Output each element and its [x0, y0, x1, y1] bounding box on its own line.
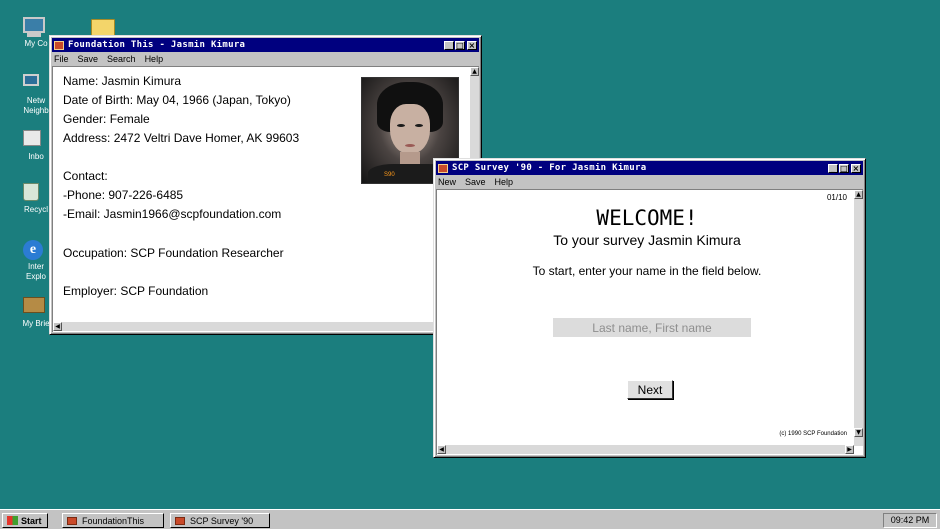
maximize-button[interactable]: □ — [839, 163, 849, 173]
survey-subtitle: To your survey Jasmin Kimura — [553, 232, 741, 248]
survey-window[interactable]: SCP Survey '90 - For Jasmin Kimura _ □ ×… — [433, 158, 866, 458]
window-title: Foundation This - Jasmin Kimura — [68, 40, 246, 50]
survey-instruction: To start, enter your name in the field b… — [532, 264, 762, 278]
internet-explorer-icon: e — [23, 240, 43, 260]
profile-email: -Email: Jasmin1966@scpfoundation.com — [63, 207, 282, 221]
recycle-bin-icon — [23, 183, 39, 201]
profile-dob: Date of Birth: May 04, 1966 (Japan, Toky… — [63, 93, 291, 107]
computer-icon — [23, 17, 45, 33]
menu-help[interactable]: Help — [495, 177, 514, 187]
taskbar-item-label: FoundationThis — [82, 515, 145, 526]
minimize-button[interactable]: _ — [828, 163, 838, 173]
profile-gender: Gender: Female — [63, 112, 150, 126]
briefcase-icon — [23, 297, 45, 313]
start-button[interactable]: Start — [2, 513, 48, 528]
survey-window-titlebar[interactable]: SCP Survey '90 - For Jasmin Kimura _ □ × — [436, 161, 863, 175]
scroll-left-button[interactable]: ◀ — [437, 445, 446, 454]
profile-address: Address: 2472 Veltri Dave Homer, AK 9960… — [63, 131, 300, 145]
name-input[interactable] — [553, 318, 751, 337]
windows-logo-icon — [7, 516, 18, 525]
menu-save[interactable]: Save — [465, 177, 486, 187]
scroll-left-button[interactable]: ◀ — [53, 322, 62, 331]
menu-help[interactable]: Help — [145, 54, 164, 64]
app-icon — [67, 516, 77, 525]
profile-contact-heading: Contact: — [63, 169, 108, 183]
close-button[interactable]: × — [851, 163, 861, 173]
profile-content: Name: Jasmin Kimura Date of Birth: May 0… — [52, 66, 479, 332]
photo-tag: S90 — [384, 172, 395, 178]
scroll-up-button[interactable]: ▲ — [854, 190, 863, 199]
profile-name: Name: Jasmin Kimura — [63, 74, 182, 88]
welcome-heading: WELCOME! — [596, 206, 698, 230]
profile-employer: Employer: SCP Foundation — [63, 284, 209, 298]
close-button[interactable]: × — [467, 40, 477, 50]
app-icon — [175, 516, 185, 525]
profile-phone: -Phone: 907-226-6485 — [63, 188, 184, 202]
taskbar-item-label: SCP Survey '90 — [190, 515, 254, 526]
next-button[interactable]: Next — [627, 380, 673, 399]
taskbar-clock: 09:42 PM — [883, 513, 937, 528]
survey-content: 01/10 WELCOME! To your survey Jasmin Kim… — [436, 189, 863, 455]
start-label: Start — [21, 515, 42, 526]
scroll-right-button[interactable]: ▶ — [845, 445, 854, 454]
minimize-button[interactable]: _ — [444, 40, 454, 50]
taskbar: Start FoundationThis SCP Survey '90 09:4… — [0, 509, 940, 529]
horizontal-scrollbar[interactable]: ◀ — [53, 322, 470, 331]
scroll-down-button[interactable]: ▼ — [854, 428, 863, 437]
menu-file[interactable]: File — [54, 54, 69, 64]
profile-occupation: Occupation: SCP Foundation Researcher — [63, 246, 284, 260]
inbox-icon — [23, 130, 41, 146]
profile-window[interactable]: Foundation This - Jasmin Kimura _ □ × Fi… — [49, 35, 482, 335]
app-icon — [54, 40, 64, 50]
page-counter: 01/10 — [826, 193, 847, 202]
taskbar-item-scp-survey[interactable]: SCP Survey '90 — [170, 513, 270, 528]
copyright-text: (c) 1990 SCP Foundation — [779, 431, 847, 437]
scroll-up-button[interactable]: ▲ — [470, 67, 479, 76]
taskbar-item-foundation-this[interactable]: FoundationThis — [62, 513, 164, 528]
vertical-scrollbar[interactable]: ▲ ▼ — [854, 190, 863, 446]
network-icon — [23, 74, 39, 86]
window-title: SCP Survey '90 - For Jasmin Kimura — [452, 163, 647, 173]
profile-window-titlebar[interactable]: Foundation This - Jasmin Kimura _ □ × — [52, 38, 479, 52]
menu-new[interactable]: New — [438, 177, 456, 187]
app-icon — [438, 163, 448, 173]
menu-search[interactable]: Search — [107, 54, 136, 64]
menu-save[interactable]: Save — [78, 54, 99, 64]
horizontal-scrollbar[interactable]: ◀ ▶ — [437, 445, 854, 454]
menu-bar: File Save Search Help — [52, 52, 479, 65]
maximize-button[interactable]: □ — [455, 40, 465, 50]
menu-bar: New Save Help — [436, 175, 863, 188]
